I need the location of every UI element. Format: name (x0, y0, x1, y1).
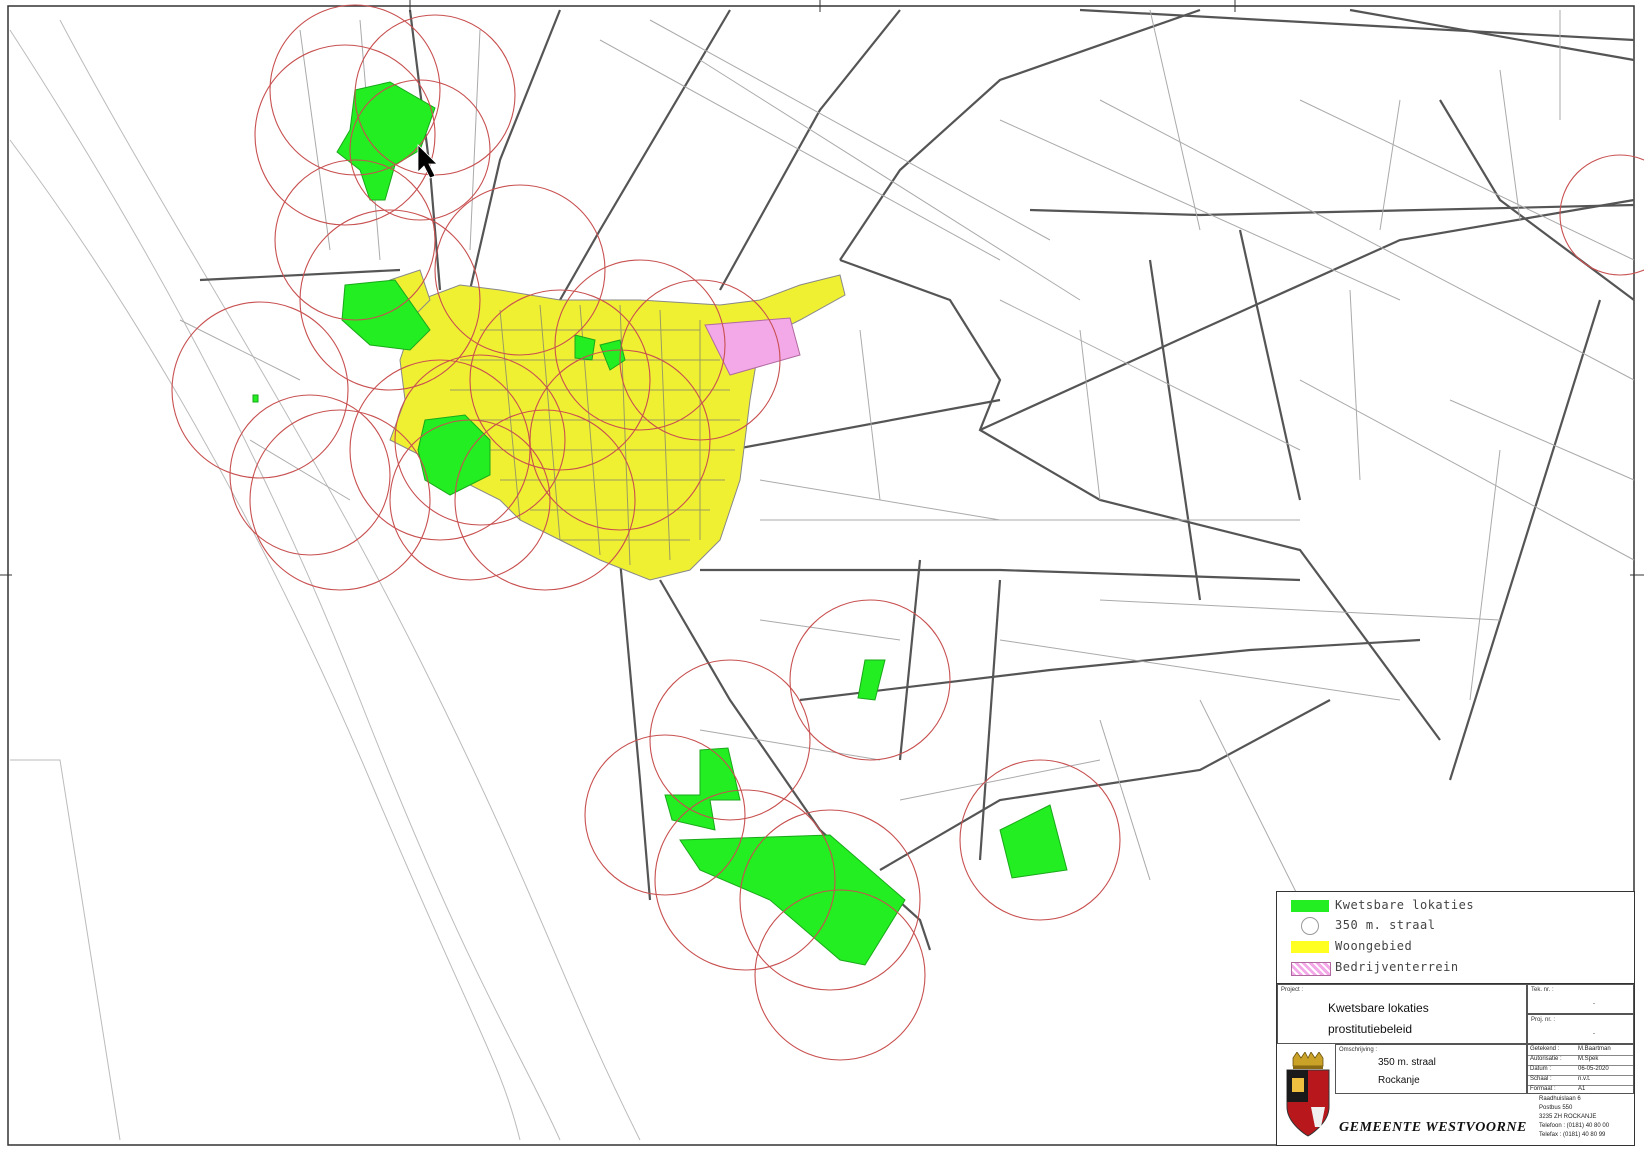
proj-label: Proj. nr. : (1531, 1017, 1556, 1023)
legend-swatch-residential (1291, 941, 1329, 953)
description-line1: 350 m. straal (1378, 1057, 1436, 1068)
field-label: Schaal : (1530, 1076, 1552, 1082)
legend-label: Woongebied (1335, 939, 1413, 953)
address-line: Telefax : (0181) 40 80 99 (1539, 1132, 1606, 1138)
address-block: Raadhuislaan 6 Postbus 550 3235 ZH ROCKA… (1539, 1096, 1634, 1144)
legend-label: Bedrijventerrein (1335, 960, 1459, 974)
fields-cell: Getekend : M.Baartman Autorisatie : M.Sp… (1527, 1044, 1634, 1094)
proj-cell: Proj. nr. : - (1527, 1014, 1634, 1044)
field-value: 06-05-2020 (1578, 1066, 1609, 1072)
project-title-line1: Kwetsbare lokaties (1328, 1001, 1429, 1015)
legend-swatch-radius (1301, 917, 1319, 935)
proj-value: - (1593, 1031, 1595, 1037)
map-legend: Kwetsbare lokaties 350 m. straal Woongeb… (1276, 891, 1635, 985)
legend-row-industrial: Bedrijventerrein (1277, 958, 1634, 978)
address-line: Postbus 550 (1539, 1105, 1573, 1111)
address-line: Raadhuislaan 6 (1539, 1096, 1581, 1102)
field-label: Getekend : (1530, 1046, 1560, 1052)
coat-of-arms-icon (1286, 1052, 1330, 1137)
field-label: Datum : (1530, 1066, 1552, 1072)
tek-label: Tek. nr. : (1531, 987, 1554, 993)
address-line: 3235 ZH ROCKANJE (1539, 1114, 1597, 1120)
field-value: M.Baartman (1578, 1046, 1611, 1052)
organisation-name: GEMEENTE WESTVOORNE (1339, 1120, 1527, 1135)
legend-label: Kwetsbare lokaties (1335, 898, 1475, 912)
address-line: Telefoon : (0181) 40 80 00 (1539, 1123, 1610, 1129)
title-block: Project : Kwetsbare lokaties prostitutie… (1276, 983, 1635, 1146)
legend-label: 350 m. straal (1335, 918, 1436, 932)
legend-row-radius: 350 m. straal (1277, 916, 1634, 936)
tek-value: - (1593, 1001, 1595, 1007)
field-label: Autorisatie : (1530, 1056, 1562, 1062)
field-value: A1 (1578, 1086, 1586, 1092)
description-label: Omschrijving : (1339, 1047, 1378, 1053)
legend-row-vulnerable: Kwetsbare lokaties (1277, 896, 1634, 916)
field-row: Formaat : A1 (1528, 1085, 1633, 1095)
legend-swatch-vulnerable (1291, 900, 1329, 912)
description-line2: Rockanje (1378, 1075, 1420, 1086)
legend-swatch-industrial (1291, 962, 1331, 976)
description-cell: Omschrijving : 350 m. straal Rockanje (1335, 1044, 1527, 1094)
project-label: Project : (1281, 987, 1304, 993)
legend-row-residential: Woongebied (1277, 937, 1634, 957)
field-value: n.v.t. (1578, 1076, 1591, 1082)
field-label: Formaat : (1530, 1086, 1556, 1092)
tek-cell: Tek. nr. : - (1527, 984, 1634, 1014)
field-value: M.Spek (1578, 1056, 1599, 1062)
project-title-line2: prostitutiebeleid (1328, 1022, 1413, 1036)
project-cell: Project : Kwetsbare lokaties prostitutie… (1277, 984, 1527, 1044)
